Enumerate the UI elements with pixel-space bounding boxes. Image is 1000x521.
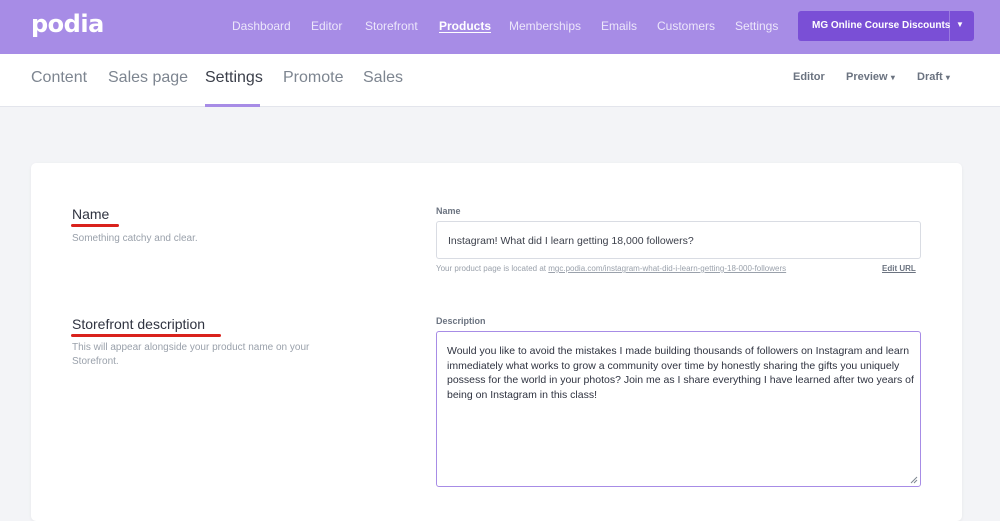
description-textarea[interactable]: Would you like to avoid the mistakes I m… [436,331,921,487]
tab-promote[interactable]: Promote [283,69,343,87]
name-input-value: Instagram! What did I learn getting 18,0… [448,235,694,247]
description-field-label: Description [436,316,486,326]
resize-handle-icon[interactable] [910,476,918,484]
product-subnav: Content Sales page Settings Promote Sale… [0,54,1000,107]
description-section-help: This will appear alongside your product … [72,342,310,367]
tab-content[interactable]: Content [31,69,87,87]
nav-emails[interactable]: Emails [601,19,637,33]
nav-editor[interactable]: Editor [311,19,342,33]
nav-dashboard[interactable]: Dashboard [232,19,291,33]
school-switcher-label: MG Online Course Discounts [812,20,951,31]
preview-dropdown[interactable]: Preview ▾ [846,71,895,83]
chevron-down-icon[interactable]: ▼ [956,20,964,29]
top-navbar: podia Dashboard Editor Storefront Produc… [0,0,1000,54]
editor-link[interactable]: Editor [793,71,825,83]
nav-products[interactable]: Products [439,19,491,33]
chevron-down-icon: ▾ [888,73,895,82]
tab-settings[interactable]: Settings [205,69,263,87]
name-section-title: Name [72,206,110,222]
podia-logo[interactable]: podia [31,10,104,38]
preview-label: Preview [846,71,888,83]
nav-customers[interactable]: Customers [657,19,715,33]
description-section-title: Storefront description [72,316,206,332]
school-switcher-button[interactable]: MG Online Course Discounts ▼ [798,11,974,41]
product-url-link[interactable]: mgc.podia.com/instagram-what-did-i-learn… [548,264,786,273]
name-section-description: Something catchy and clear. [72,233,198,244]
product-url-note: Your product page is located at mgc.podi… [436,264,786,273]
url-prefix: Your product page is located at [436,264,547,273]
button-divider [949,11,950,41]
name-input[interactable]: Instagram! What did I learn getting 18,0… [436,221,921,259]
description-textarea-value: Would you like to avoid the mistakes I m… [447,345,914,401]
status-dropdown[interactable]: Draft ▾ [917,71,950,83]
tab-sales-page[interactable]: Sales page [108,69,188,87]
name-field-label: Name [436,206,461,216]
red-underline-annotation [71,334,221,337]
tab-sales[interactable]: Sales [363,69,403,87]
red-underline-annotation [71,224,119,227]
edit-url-link[interactable]: Edit URL [882,264,916,273]
status-label: Draft [917,71,943,83]
chevron-down-icon: ▾ [943,73,950,82]
nav-settings[interactable]: Settings [735,19,778,33]
active-tab-indicator [205,104,260,107]
nav-storefront[interactable]: Storefront [365,19,418,33]
nav-memberships[interactable]: Memberships [509,19,581,33]
